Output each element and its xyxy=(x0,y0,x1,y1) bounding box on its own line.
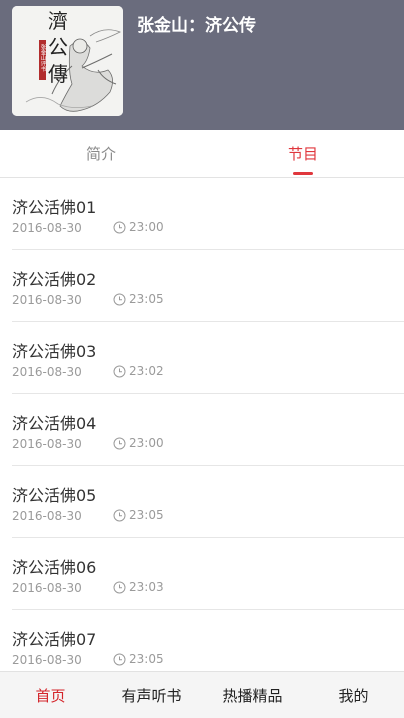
episode-title: 济公活佛06 xyxy=(12,558,97,577)
episode-row[interactable]: 济公活佛04 2016-08-30 23:00 xyxy=(0,394,404,466)
clock-icon xyxy=(113,437,126,449)
episode-duration: 23:00 xyxy=(113,220,164,234)
episode-duration-value: 23:05 xyxy=(129,508,164,522)
episode-duration-value: 23:05 xyxy=(129,652,164,666)
episode-title: 济公活佛07 xyxy=(12,630,97,649)
episode-title: 济公活佛01 xyxy=(12,198,97,217)
bottom-nav: 首页 有声听书 热播精品 我的 xyxy=(0,671,404,718)
episode-duration: 23:02 xyxy=(113,364,164,378)
app-root: 濟 公 傳 张金山评书 张金山：济公传 简介 节目 济公活佛01 2016-08… xyxy=(0,0,404,718)
episode-row[interactable]: 济公活佛05 2016-08-30 23:05 xyxy=(0,466,404,538)
cover-seal: 张金山评书 xyxy=(40,43,47,73)
episode-date: 2016-08-30 xyxy=(12,221,82,235)
album-cover[interactable]: 濟 公 傳 张金山评书 xyxy=(12,6,123,116)
nav-home[interactable]: 首页 xyxy=(0,672,101,718)
active-tab-indicator xyxy=(293,172,313,175)
episode-duration: 23:00 xyxy=(113,436,164,450)
episode-duration-value: 23:00 xyxy=(129,220,164,234)
tab-episodes[interactable]: 节目 xyxy=(202,130,404,177)
tab-bar: 简介 节目 xyxy=(0,130,404,178)
clock-icon xyxy=(113,581,126,593)
clock-icon xyxy=(113,653,126,665)
album-header: 濟 公 傳 张金山评书 张金山：济公传 xyxy=(0,0,404,130)
clock-icon xyxy=(113,365,126,377)
nav-audiobooks[interactable]: 有声听书 xyxy=(101,672,202,718)
episode-title: 济公活佛04 xyxy=(12,414,97,433)
episode-row[interactable]: 济公活佛02 2016-08-30 23:05 xyxy=(0,250,404,322)
nav-mine[interactable]: 我的 xyxy=(303,672,404,718)
episode-duration: 23:05 xyxy=(113,652,164,666)
tab-intro-label: 简介 xyxy=(85,145,116,163)
episode-duration-value: 23:05 xyxy=(129,292,164,306)
episode-duration-value: 23:02 xyxy=(129,364,164,378)
episode-row[interactable]: 济公活佛06 2016-08-30 23:03 xyxy=(0,538,404,610)
episode-title: 济公活佛03 xyxy=(12,342,97,361)
nav-hot-picks[interactable]: 热播精品 xyxy=(202,672,303,718)
episode-duration: 23:05 xyxy=(113,508,164,522)
episode-duration-value: 23:00 xyxy=(129,436,164,450)
episode-duration: 23:05 xyxy=(113,292,164,306)
tab-episodes-label: 节目 xyxy=(287,145,318,163)
cover-artwork: 濟 公 傳 张金山评书 xyxy=(12,6,123,116)
episode-row[interactable]: 济公活佛01 2016-08-30 23:00 xyxy=(0,178,404,250)
clock-icon xyxy=(113,293,126,305)
episode-date: 2016-08-30 xyxy=(12,293,82,307)
cover-char-1: 濟 xyxy=(48,9,68,33)
episode-date: 2016-08-30 xyxy=(12,509,82,523)
cover-char-2: 公 xyxy=(48,35,68,59)
episode-duration-value: 23:03 xyxy=(129,580,164,594)
episode-title: 济公活佛05 xyxy=(12,486,97,505)
album-title: 张金山：济公传 xyxy=(137,16,256,36)
episode-row[interactable]: 济公活佛03 2016-08-30 23:02 xyxy=(0,322,404,394)
episode-list: 济公活佛01 2016-08-30 23:00 济公活佛02 2016-08-3… xyxy=(0,178,404,682)
episode-date: 2016-08-30 xyxy=(12,365,82,379)
episode-title: 济公活佛02 xyxy=(12,270,97,289)
episode-duration: 23:03 xyxy=(113,580,164,594)
tab-intro[interactable]: 简介 xyxy=(0,130,202,177)
clock-icon xyxy=(113,509,126,521)
episode-date: 2016-08-30 xyxy=(12,581,82,595)
clock-icon xyxy=(113,221,126,233)
episode-date: 2016-08-30 xyxy=(12,437,82,451)
episode-date: 2016-08-30 xyxy=(12,653,82,667)
